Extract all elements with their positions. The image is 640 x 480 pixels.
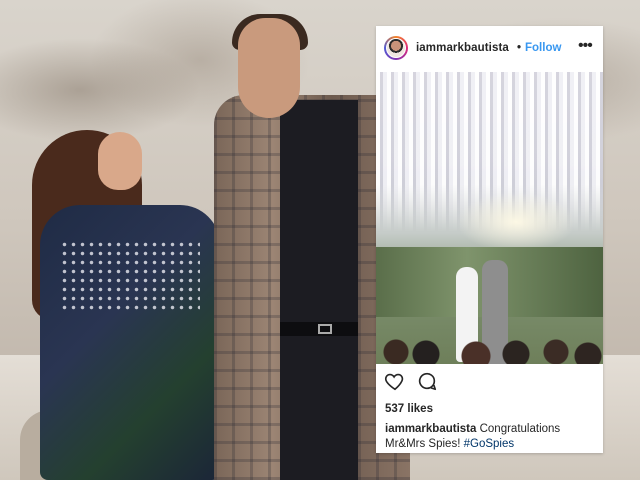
guests [376,334,603,364]
post-username[interactable]: iammarkbautista [416,42,509,54]
follow-button[interactable]: Follow [525,42,561,54]
man-head [238,18,300,118]
woman-face [98,132,142,190]
light-glow [456,192,576,252]
instagram-post-card: iammarkbautista • Follow ••• 537 likes i… [376,26,603,453]
heart-icon[interactable] [384,370,406,392]
more-options-icon[interactable]: ••• [578,37,593,55]
post-photo[interactable] [376,72,603,364]
man-shirt [280,100,358,480]
post-caption: iammarkbautista Congratulations Mr&Mrs S… [385,422,595,452]
caption-username[interactable]: iammarkbautista [385,423,476,435]
avatar[interactable] [384,36,408,60]
belt-buckle [318,324,332,334]
caption-hashtag[interactable]: #GoSpies [464,438,515,450]
likes-count[interactable]: 537 likes [385,403,433,415]
post-header: iammarkbautista • Follow ••• [376,26,603,70]
post-actions [376,370,603,394]
comment-icon[interactable] [416,370,438,392]
separator-dot: • [517,42,522,54]
woman-coat [40,205,220,480]
